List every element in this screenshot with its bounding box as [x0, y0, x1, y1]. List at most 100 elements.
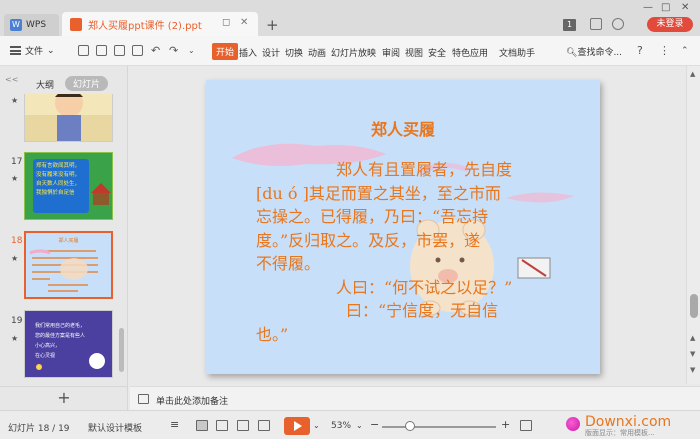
slide-thumbnail-selected[interactable]: 郑人买履: [24, 231, 113, 299]
fit-window-icon[interactable]: [520, 420, 532, 431]
tab-close-icon[interactable]: ✕: [240, 17, 248, 28]
print-icon[interactable]: [114, 45, 125, 56]
normal-view-icon[interactable]: [196, 420, 208, 431]
export-pdf-icon[interactable]: [96, 45, 107, 56]
tab-view[interactable]: 视图: [405, 46, 423, 59]
slide-title[interactable]: 郑人买履: [206, 116, 600, 140]
reading-view-icon[interactable]: [237, 420, 249, 431]
scroll-up-icon[interactable]: ▲: [690, 70, 695, 78]
slide-editing-area[interactable]: 郑人买履 郑人有且置履者，先自度 [du ó ]其足而置之其坐，至之市而 忘操之…: [130, 66, 686, 384]
current-slide[interactable]: 郑人买履 郑人有且置履者，先自度 [du ó ]其足而置之其坐，至之市而 忘操之…: [206, 80, 600, 374]
collapse-panel-icon[interactable]: <<: [5, 75, 18, 84]
tab-design[interactable]: 设计: [262, 46, 280, 59]
tab-review[interactable]: 审阅: [382, 46, 400, 59]
save-icon[interactable]: [78, 45, 89, 56]
tab-slideshow[interactable]: 幻灯片放映: [331, 46, 376, 59]
menu-icon: [10, 46, 21, 55]
canvas-vertical-scrollbar[interactable]: ▲ ▲ ▼ ▼: [686, 66, 700, 384]
slide-text-line: 也。”: [256, 324, 289, 344]
thumbnail-decoration: [36, 353, 105, 370]
file-menu-label: 文件: [25, 47, 44, 57]
slide-text-line: 人曰：“何不试之以足？”: [336, 277, 513, 297]
tab-insert[interactable]: 插入: [239, 46, 257, 59]
tab-comment-icon[interactable]: ◻: [222, 17, 230, 28]
more-icon[interactable]: ⋮: [659, 44, 670, 57]
slide-number: 19: [11, 316, 23, 326]
slides-panel-header: << 大纲 幻灯片: [0, 66, 128, 92]
scroll-down-icon[interactable]: ▼: [690, 350, 695, 358]
chevron-down-icon: ⌄: [47, 45, 55, 56]
zoom-in-button[interactable]: +: [501, 418, 510, 431]
zoom-slider-handle[interactable]: [405, 421, 415, 431]
design-template-label[interactable]: 默认设计模板: [88, 421, 142, 434]
collapse-ribbon-icon[interactable]: ⌃: [681, 46, 689, 56]
slide-number-current: 18: [11, 236, 23, 246]
tab-slides[interactable]: 幻灯片: [65, 76, 109, 91]
thumbnail-illustration: [29, 249, 98, 292]
scrollbar-thumb[interactable]: [690, 294, 698, 318]
status-bar: 幻灯片 18 / 19 默认设计模板 ≡ ⌄ 53% ⌄ − + Downxi.…: [0, 410, 700, 439]
zoom-slider-track[interactable]: [382, 426, 496, 428]
slide-thumbnail[interactable]: 郑有言欲闻其明， 没有履来没有明， 自天数人同处生， 我独惧於自足信: [24, 152, 113, 220]
zoom-dropdown-icon[interactable]: ⌄: [356, 421, 363, 430]
slide-thumbnail[interactable]: [24, 94, 113, 142]
redo-icon[interactable]: ↷: [169, 44, 178, 57]
print-preview-icon[interactable]: [132, 45, 143, 56]
notes-icon: [138, 394, 149, 404]
wps-tab-label: WPS: [26, 20, 47, 30]
notes-toggle-icon[interactable]: ≡: [170, 418, 179, 431]
slide-text-line: 度。”反归取之。及反，市罢，遂: [256, 230, 481, 250]
tab-animation[interactable]: 动画: [308, 46, 326, 59]
wps-home-tab[interactable]: W WPS: [4, 14, 59, 36]
thumbnail-illustration: [25, 94, 112, 141]
zoom-out-button[interactable]: −: [370, 418, 379, 431]
thumbnail-decoration: [91, 183, 111, 205]
tab-home[interactable]: 开始: [212, 43, 239, 60]
new-tab-button[interactable]: +: [266, 16, 279, 34]
command-search-label: 查找命令...: [577, 48, 623, 58]
slides-panel-scrollbar[interactable]: [119, 328, 124, 372]
slide-sorter-icon[interactable]: [216, 420, 228, 431]
maximize-icon[interactable]: □: [661, 2, 670, 13]
slide-thumbnail[interactable]: 我们常用自己的老毛， 您的最佳方案是有些人 小心高兴， 在心灵视: [24, 310, 113, 378]
zoom-level[interactable]: 53%: [331, 421, 351, 431]
tab-doc-assistant[interactable]: 文档助手: [499, 46, 535, 59]
help-icon[interactable]: ?: [637, 44, 643, 57]
document-tab-label: 郑人买履ppt课件 (2).ppt: [88, 20, 202, 32]
slide-number: 17: [11, 157, 23, 167]
animation-star-icon: ★: [11, 334, 19, 343]
scroll-down-icon[interactable]: ▼: [690, 366, 695, 374]
slide-text-line: 忘操之。已得履，乃曰：“吾忘持: [256, 207, 489, 226]
animation-star-icon: ★: [11, 254, 19, 263]
tab-special-apps[interactable]: 特色应用: [452, 46, 488, 59]
tab-security[interactable]: 安全: [428, 46, 446, 59]
search-icon: 🔍︎: [566, 48, 578, 58]
minimize-icon[interactable]: —: [643, 2, 653, 13]
skin-icon[interactable]: [590, 18, 602, 30]
tab-transition[interactable]: 切换: [285, 46, 303, 59]
window-close-icon[interactable]: ✕: [681, 2, 689, 13]
window-count-badge[interactable]: 1: [563, 19, 576, 31]
add-slide-button[interactable]: +: [0, 386, 128, 410]
document-tab[interactable]: 郑人买履ppt课件 (2).ppt ◻ ✕: [62, 12, 258, 36]
notes-pane[interactable]: 单击此处添加备注: [130, 386, 700, 410]
play-slideshow-button[interactable]: [284, 417, 310, 435]
login-button[interactable]: 未登录: [647, 17, 693, 32]
user-icon[interactable]: [612, 18, 624, 30]
slide-thumbnail-list[interactable]: ★ 17 ★ 郑有言欲闻其明， 没有履来没有明， 自天数人同处生， 我独惧於自足…: [0, 94, 118, 384]
notes-placeholder[interactable]: 单击此处添加备注: [156, 394, 228, 407]
slide-text-line: [du ó ]其足而置之其坐，至之市而: [256, 183, 501, 203]
presenter-view-icon[interactable]: [258, 420, 270, 431]
slide-counter: 幻灯片 18 / 19: [8, 424, 70, 434]
file-menu-button[interactable]: 文件 ⌄: [10, 44, 55, 57]
play-options-chevron-icon[interactable]: ⌄: [313, 421, 320, 430]
command-search[interactable]: 🔍︎查找命令...: [566, 45, 622, 58]
animation-star-icon: ★: [11, 96, 19, 105]
undo-icon[interactable]: ↶: [151, 44, 160, 57]
tab-outline[interactable]: 大纲: [36, 78, 54, 91]
scroll-up-icon[interactable]: ▲: [690, 334, 695, 342]
brand-logo-icon: [566, 417, 580, 431]
quick-access-dropdown-icon[interactable]: ⌄: [188, 46, 195, 55]
ppt-file-icon: [70, 17, 82, 31]
slide-body-text[interactable]: 郑人有且置履者，先自度 [du ó ]其足而置之其坐，至之市而 忘操之。已得履，…: [256, 158, 576, 346]
